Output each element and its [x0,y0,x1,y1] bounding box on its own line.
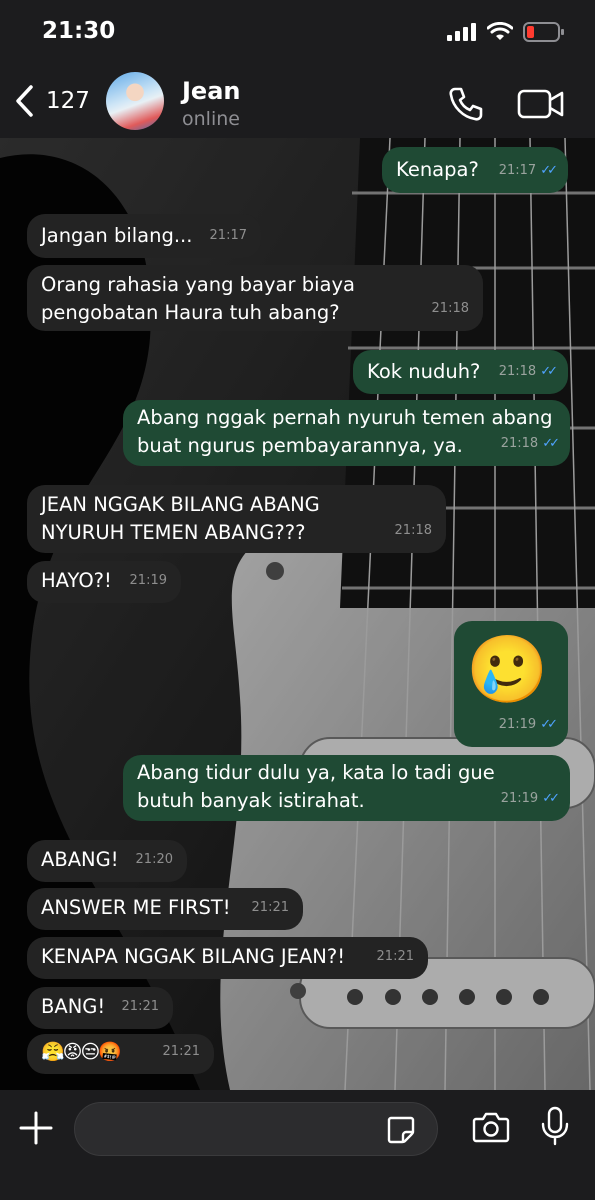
signal-icon [447,23,476,41]
status-time: 21:30 [42,18,116,44]
chat-header: 127 Jean online [0,68,595,138]
message-input[interactable] [74,1102,438,1156]
read-receipt-icon: ✓✓ [542,436,560,451]
contact-status: online [182,108,240,130]
read-receipt-icon: ✓✓ [540,364,558,379]
message-time: 21:17 [209,228,247,243]
status-bar: 21:30 [0,0,595,68]
message-bubble-outgoing[interactable]: Abang nggak pernah nyuruh temen abang bu… [123,400,570,466]
message-bubble-incoming[interactable]: BANG! 21:21 [27,987,173,1029]
message-text: JEAN NGGAK BILANG ABANG NYURUH TEMEN ABA… [41,493,320,544]
message-bubble-incoming[interactable]: JEAN NGGAK BILANG ABANG NYURUH TEMEN ABA… [27,485,446,553]
message-bubble-incoming[interactable]: Jangan bilang... 21:17 [27,214,261,258]
message-time: 21:18 [431,301,469,316]
message-bubble-incoming[interactable]: HAYO?! 21:19 [27,561,181,603]
microphone-icon[interactable] [540,1106,570,1146]
read-receipt-icon: ✓✓ [540,717,558,732]
message-text: Orang rahasia yang bayar biaya pengobata… [41,273,355,324]
message-bubble-incoming[interactable]: ANSWER ME FIRST! 21:21 [27,888,303,930]
message-emoji: 🥲 [466,631,549,708]
message-time: 21:21 [162,1044,200,1059]
message-time: 21:21 [121,999,159,1014]
unread-count: 127 [46,88,90,114]
message-bubble-outgoing-emoji[interactable]: 🥲 21:19 ✓✓ [454,621,568,747]
message-meta: 21:19 ✓✓ [500,785,560,813]
message-meta: 21:17 ✓✓ [498,157,558,185]
message-text: Abang nggak pernah nyuruh temen abang bu… [137,406,553,457]
read-receipt-icon: ✓✓ [542,791,560,806]
message-input-bar [0,1090,595,1200]
wifi-icon [487,22,513,40]
camera-icon[interactable] [472,1110,510,1144]
battery-icon [523,22,564,42]
message-bubble-incoming[interactable]: ABANG! 21:20 [27,840,187,882]
message-bubble-outgoing[interactable]: Kenapa? 21:17 ✓✓ [382,147,568,193]
message-time: 21:19 [500,791,539,806]
message-time: 21:19 [498,717,537,732]
read-receipt-icon: ✓✓ [540,163,558,178]
message-time: 21:18 [394,523,432,538]
phone-icon[interactable] [446,84,486,124]
message-bubble-incoming[interactable]: 😤😡😒🤬 21:21 [27,1034,214,1074]
back-chevron-icon [16,85,33,117]
plus-icon[interactable] [18,1110,54,1146]
chat-screen: 21:30 127 Jean online Kenapa? 21:17 ✓✓ J… [0,0,595,1200]
message-bubble-incoming[interactable]: KENAPA NGGAK BILANG JEAN?! 21:21 [27,937,428,979]
contact-avatar[interactable] [106,72,164,130]
sticker-icon[interactable] [386,1115,416,1145]
message-time: 21:17 [498,163,537,178]
message-text: Abang tidur dulu ya, kata lo tadi gue bu… [137,761,495,812]
message-bubble-outgoing[interactable]: Kok nuduh? 21:18 ✓✓ [353,350,568,394]
message-meta: 21:19 ✓✓ [498,711,558,739]
message-time: 21:19 [129,573,167,588]
message-time: 21:20 [135,852,173,867]
status-icons [447,22,565,42]
contact-name[interactable]: Jean [182,77,241,105]
message-bubble-incoming[interactable]: Orang rahasia yang bayar biaya pengobata… [27,265,483,331]
message-time: 21:18 [498,364,537,379]
message-meta: 21:18 ✓✓ [500,430,560,458]
message-meta: 21:18 ✓✓ [498,358,558,386]
back-button[interactable]: 127 [14,84,90,118]
message-text: KENAPA NGGAK BILANG JEAN?! [41,945,346,968]
message-time: 21:21 [376,949,414,964]
video-camera-icon[interactable] [516,86,566,122]
message-time: 21:21 [251,900,289,915]
message-bubble-outgoing[interactable]: Abang tidur dulu ya, kata lo tadi gue bu… [123,755,570,821]
message-time: 21:18 [500,436,539,451]
